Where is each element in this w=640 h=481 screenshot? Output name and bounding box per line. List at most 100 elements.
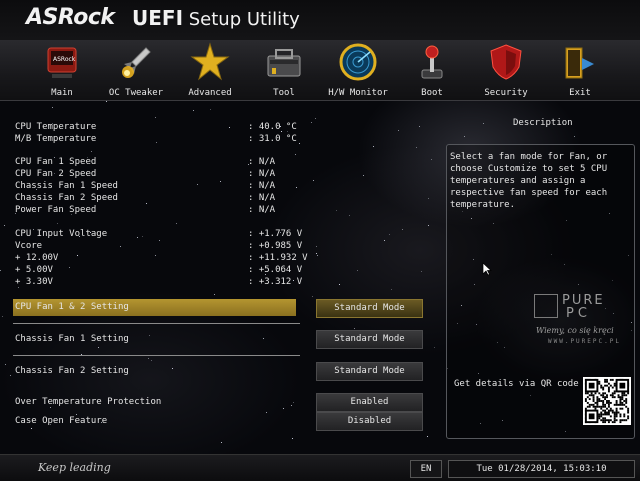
star — [149, 335, 150, 336]
star — [311, 122, 312, 123]
exit-door-icon — [565, 47, 594, 79]
chassis-fan-2-setting-button[interactable]: Standard Mode — [316, 362, 423, 381]
star — [291, 405, 292, 406]
vcore-value: : +0.985 V — [248, 241, 303, 251]
star — [339, 284, 340, 285]
star — [292, 438, 293, 439]
date-time-display: Tue 01/28/2014, 15:03:10 — [448, 460, 635, 478]
chassis-fan-1-setting-button[interactable]: Standard Mode — [316, 330, 423, 349]
watermark-url: WWW.PUREPC.PL — [548, 338, 621, 345]
mb-temperature-label: M/B Temperature — [15, 134, 97, 144]
cpu-fan-2-speed-value: : N/A — [248, 169, 276, 179]
language-button[interactable]: EN — [410, 460, 442, 478]
svg-text:ASRock: ASRock — [53, 56, 76, 63]
chassis-fan-1-speed-value: : N/A — [248, 181, 276, 191]
star — [50, 407, 51, 408]
star — [574, 136, 575, 137]
description-text: Select a fan mode for Fan, or choose Cus… — [450, 152, 608, 210]
star — [106, 101, 107, 102]
voltage-12v-label: + 12.00V — [15, 253, 59, 263]
main-nav: ASRock Main OC Tweaker Advanced Tool H/W… — [0, 40, 640, 101]
footer-bar: Keep leading EN Tue 01/28/2014, 15:03:10 — [0, 454, 640, 481]
vcore-label: Vcore — [15, 241, 43, 251]
star — [142, 236, 143, 237]
star — [98, 347, 99, 348]
chassis-fan-2-setting-label[interactable]: Chassis Fan 2 Setting — [15, 366, 129, 376]
main-icon: ASRock — [47, 47, 77, 78]
star — [4, 225, 5, 226]
star — [77, 255, 78, 256]
star — [428, 225, 429, 226]
star — [293, 402, 294, 403]
mb-temperature-value: : 31.0 °C — [248, 134, 297, 144]
tab-tool[interactable]: Tool — [248, 40, 320, 100]
tab-tool-label: Tool — [273, 88, 295, 98]
voltage-5v-label: + 5.00V — [15, 265, 53, 275]
brand-logo: ASRock — [26, 5, 115, 30]
star — [428, 198, 429, 199]
product-title-rest: Setup Utility — [183, 9, 300, 30]
tab-exit-label: Exit — [569, 88, 591, 98]
cpu-temperature-value: : 40.0 °C — [248, 122, 297, 132]
star — [5, 364, 6, 365]
star — [296, 187, 297, 188]
star — [384, 240, 385, 241]
voltage-5v-value: : +5.064 V — [248, 265, 303, 275]
star — [313, 180, 314, 181]
star — [295, 154, 296, 155]
cpu-temperature-label: CPU Temperature — [15, 122, 97, 132]
description-title: Description — [513, 118, 573, 128]
star — [151, 360, 152, 361]
chassis-fan-1-setting-label[interactable]: Chassis Fan 1 Setting — [15, 334, 129, 344]
star — [91, 151, 92, 152]
star — [427, 436, 428, 437]
star — [421, 271, 422, 272]
case-open-feature-button[interactable]: Disabled — [316, 412, 423, 431]
star — [434, 347, 435, 348]
star — [266, 412, 267, 413]
chassis-fan-2-speed-value: : N/A — [248, 193, 276, 203]
star — [402, 229, 403, 230]
qr-code-icon[interactable] — [583, 377, 631, 425]
star — [172, 368, 173, 369]
star — [146, 203, 147, 204]
cpu-fan-1-speed-label: CPU Fan 1 Speed — [15, 157, 97, 167]
power-fan-speed-value: : N/A — [248, 205, 276, 215]
divider — [13, 323, 300, 324]
tab-security[interactable]: Security — [470, 40, 542, 100]
tab-advanced-label: Advanced — [188, 88, 232, 98]
tab-main[interactable]: ASRock Main — [26, 40, 98, 100]
tab-hw-monitor-label: H/W Monitor — [328, 88, 388, 98]
tab-oc-tweaker[interactable]: OC Tweaker — [100, 40, 172, 100]
over-temperature-protection-button[interactable]: Enabled — [316, 393, 423, 412]
star — [317, 255, 318, 256]
radar-icon — [339, 43, 377, 81]
star — [263, 338, 264, 339]
star — [336, 210, 337, 211]
divider — [13, 355, 300, 356]
title-bar: ASRock UEFI Setup Utility — [0, 0, 640, 40]
tab-advanced[interactable]: Advanced — [174, 40, 246, 100]
star — [10, 375, 11, 376]
star — [464, 136, 465, 137]
star — [363, 175, 364, 176]
star — [354, 328, 355, 329]
over-temperature-protection-label[interactable]: Over Temperature Protection — [15, 397, 161, 407]
tab-hw-monitor[interactable]: H/W Monitor — [322, 40, 394, 100]
tab-exit[interactable]: Exit — [544, 40, 616, 100]
voltage-3v3-label: + 3.30V — [15, 277, 53, 287]
rocket-icon — [122, 47, 151, 78]
watermark-pc: PC — [566, 306, 591, 321]
star — [0, 270, 1, 271]
star — [357, 270, 358, 271]
star — [156, 142, 157, 143]
star — [316, 253, 317, 254]
cpu-fan-setting-button[interactable]: Standard Mode — [316, 299, 423, 318]
case-open-feature-label[interactable]: Case Open Feature — [15, 416, 107, 426]
star — [299, 143, 300, 144]
tab-boot[interactable]: Boot — [396, 40, 468, 100]
star — [76, 414, 77, 415]
cpu-fan-setting-label[interactable]: CPU Fan 1 & 2 Setting — [15, 302, 129, 312]
tab-security-label: Security — [484, 88, 528, 98]
star — [155, 255, 156, 256]
